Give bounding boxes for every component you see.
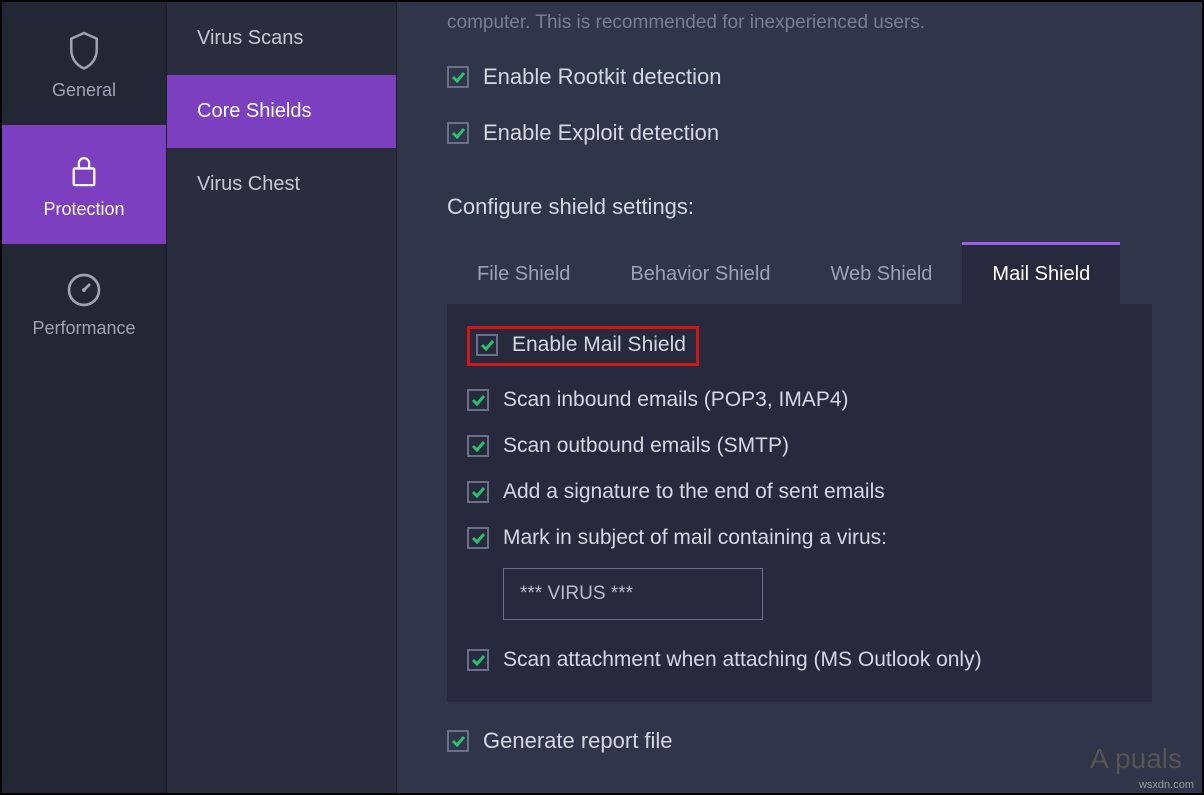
shield-tabs: File Shield Behavior Shield Web Shield M…	[447, 242, 1152, 304]
sidebar-item-general[interactable]: General	[2, 2, 166, 125]
sidebar-item-performance[interactable]: Performance	[2, 244, 166, 363]
tab-mail-shield[interactable]: Mail Shield	[962, 242, 1120, 304]
tab-file-shield[interactable]: File Shield	[447, 242, 600, 304]
watermark-site: wsxdn.com	[1139, 779, 1194, 791]
label-enable-mail: Enable Mail Shield	[512, 333, 686, 357]
checkbox-enable-mail[interactable]	[476, 334, 498, 356]
sec-item-core-shields[interactable]: Core Shields	[167, 75, 396, 148]
gauge-icon	[66, 272, 102, 308]
shield-icon	[67, 30, 101, 70]
sidebar-label-protection: Protection	[43, 199, 124, 220]
watermark-text: A puals	[1090, 743, 1182, 775]
checkbox-row-enable-mail: Enable Mail Shield	[467, 326, 1132, 366]
configure-label: Configure shield settings:	[447, 194, 1152, 220]
checkbox-row-inbound: Scan inbound emails (POP3, IMAP4)	[467, 388, 1132, 412]
checkmark-icon	[470, 484, 486, 500]
lock-icon	[68, 153, 100, 189]
virus-subject-input[interactable]	[503, 568, 763, 620]
watermark-logo: A puals	[1090, 743, 1182, 775]
sec-item-virus-chest[interactable]: Virus Chest	[167, 148, 396, 221]
checkmark-icon	[450, 733, 466, 749]
checkbox-rootkit[interactable]	[447, 66, 469, 88]
partial-header-text: computer. This is recommended for inexpe…	[447, 2, 1152, 34]
label-rootkit: Enable Rootkit detection	[483, 64, 722, 90]
label-mark-subject: Mark in subject of mail containing a vir…	[503, 526, 887, 550]
checkmark-icon	[470, 652, 486, 668]
checkbox-row-attachment: Scan attachment when attaching (MS Outlo…	[467, 648, 1132, 672]
checkbox-row-report: Generate report file	[447, 728, 1152, 754]
label-outbound: Scan outbound emails (SMTP)	[503, 434, 789, 458]
tab-behavior-shield[interactable]: Behavior Shield	[600, 242, 800, 304]
label-signature: Add a signature to the end of sent email…	[503, 480, 885, 504]
checkmark-icon	[470, 530, 486, 546]
checkbox-row-outbound: Scan outbound emails (SMTP)	[467, 434, 1132, 458]
sidebar-item-protection[interactable]: Protection	[2, 125, 166, 244]
tab-panel-mail-shield: Enable Mail Shield Scan inbound emails (…	[447, 304, 1152, 702]
checkbox-attachment[interactable]	[467, 649, 489, 671]
checkbox-mark-subject[interactable]	[467, 527, 489, 549]
checkbox-signature[interactable]	[467, 481, 489, 503]
checkbox-row-rootkit: Enable Rootkit detection	[447, 64, 1152, 90]
sidebar-label-general: General	[52, 80, 116, 101]
checkbox-row-mark-subject: Mark in subject of mail containing a vir…	[467, 526, 1132, 550]
checkbox-exploit[interactable]	[447, 122, 469, 144]
sidebar-primary: General Protection Performance	[2, 2, 167, 793]
highlight-box: Enable Mail Shield	[467, 326, 699, 366]
checkbox-row-signature: Add a signature to the end of sent email…	[467, 480, 1132, 504]
checkbox-row-exploit: Enable Exploit detection	[447, 120, 1152, 146]
sidebar-secondary: Virus Scans Core Shields Virus Chest	[167, 2, 397, 793]
checkbox-report[interactable]	[447, 730, 469, 752]
checkbox-inbound[interactable]	[467, 389, 489, 411]
label-inbound: Scan inbound emails (POP3, IMAP4)	[503, 388, 849, 412]
sidebar-label-performance: Performance	[32, 318, 135, 339]
checkmark-icon	[450, 69, 466, 85]
checkmark-icon	[470, 438, 486, 454]
content-area: computer. This is recommended for inexpe…	[397, 2, 1202, 793]
tab-web-shield[interactable]: Web Shield	[800, 242, 962, 304]
checkmark-icon	[470, 392, 486, 408]
label-report: Generate report file	[483, 728, 673, 754]
label-attachment: Scan attachment when attaching (MS Outlo…	[503, 648, 982, 672]
sec-item-virus-scans[interactable]: Virus Scans	[167, 2, 396, 75]
label-exploit: Enable Exploit detection	[483, 120, 719, 146]
checkbox-outbound[interactable]	[467, 435, 489, 457]
checkmark-icon	[479, 337, 495, 353]
checkmark-icon	[450, 125, 466, 141]
